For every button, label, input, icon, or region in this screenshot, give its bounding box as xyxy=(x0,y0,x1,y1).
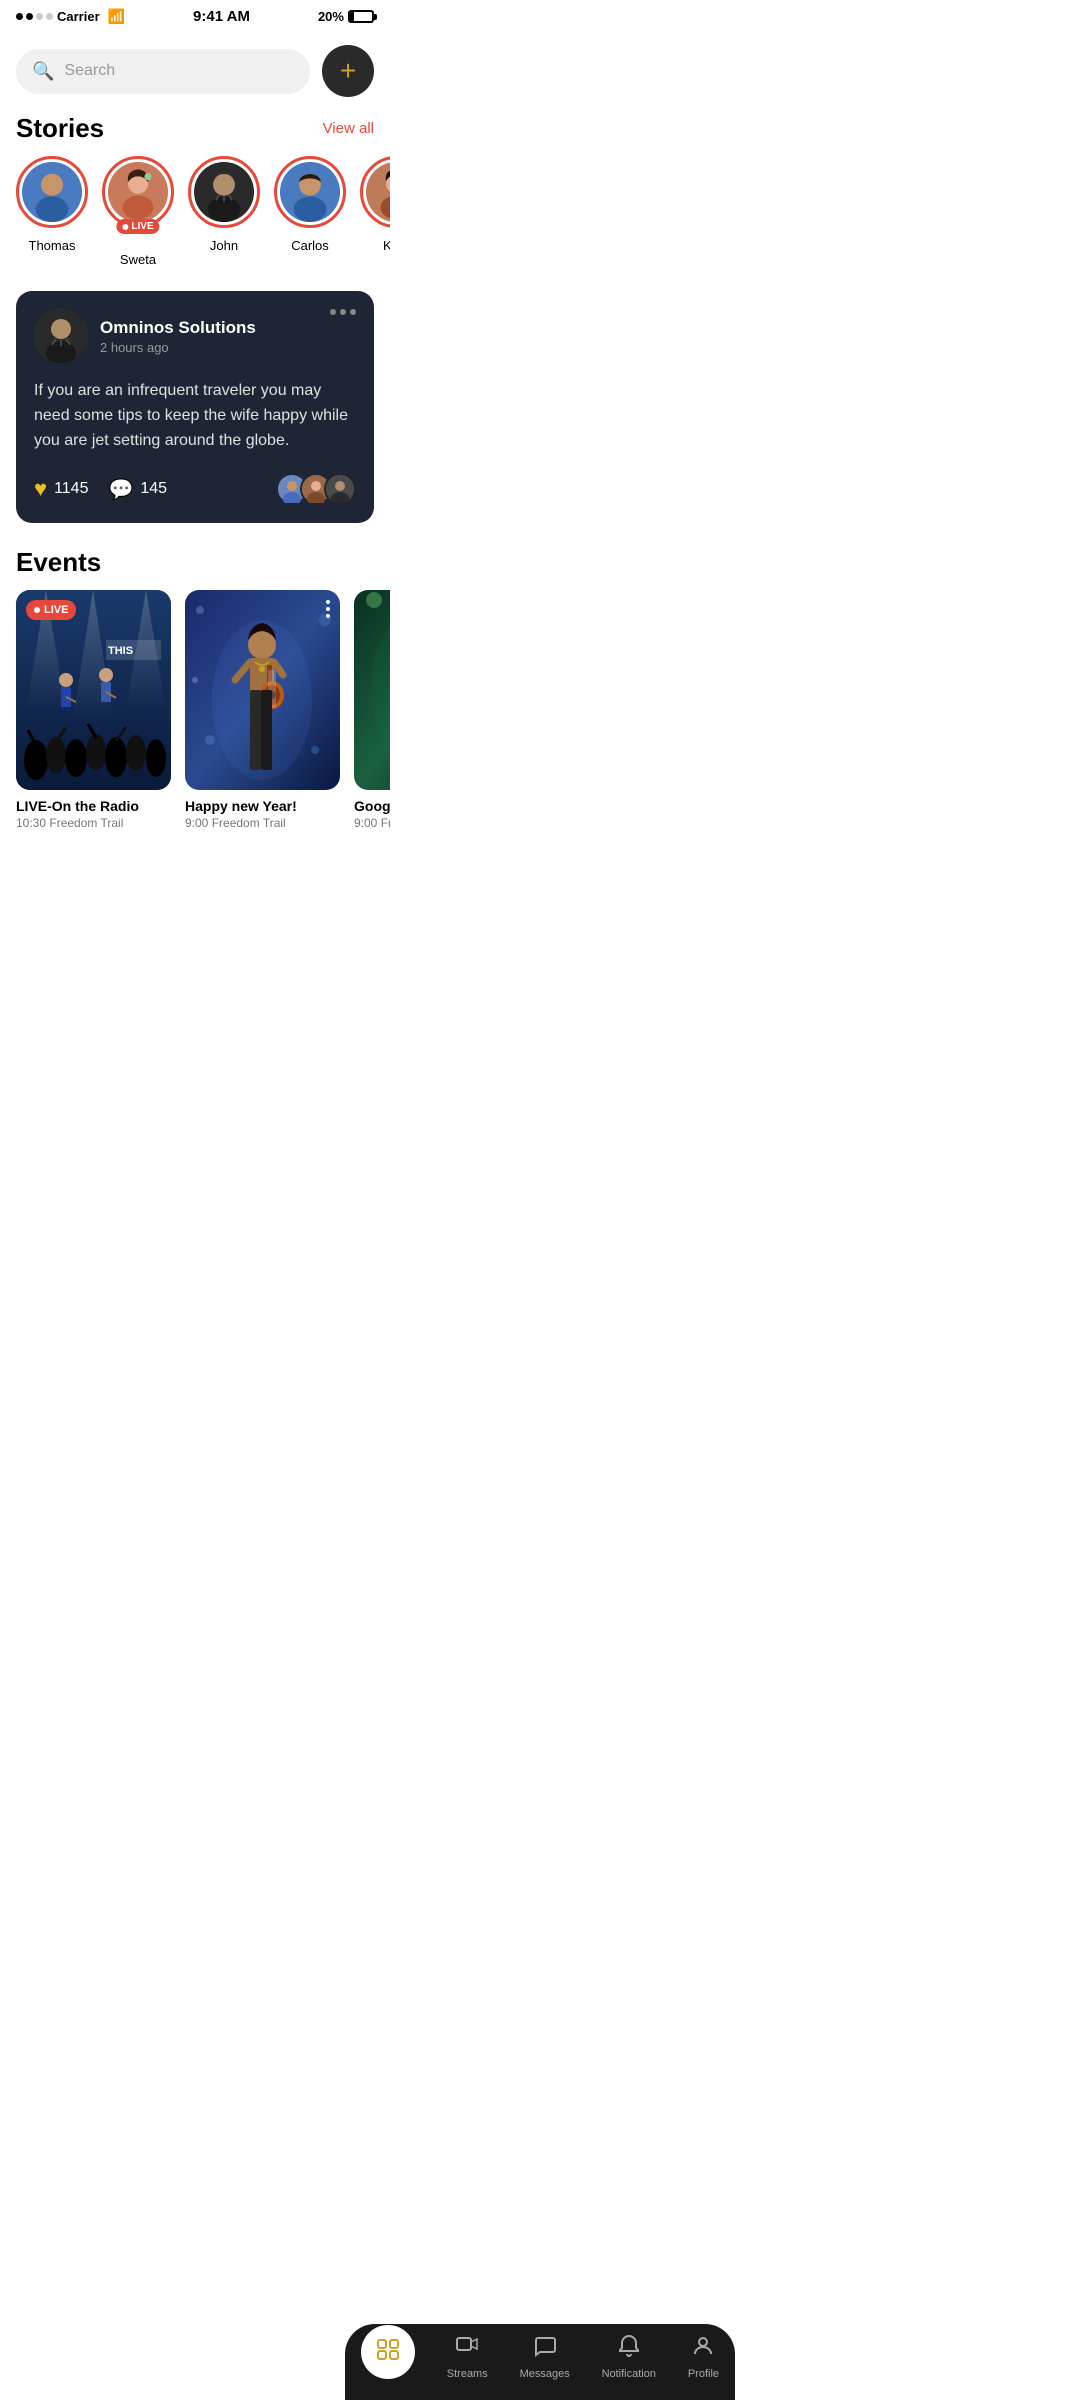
wifi-icon: 📶 xyxy=(108,8,125,25)
nav-messages[interactable]: Messages xyxy=(520,2334,570,2380)
story-ring-sweta xyxy=(102,156,174,228)
search-bar[interactable]: 🔍 Search xyxy=(16,49,310,94)
add-icon: + xyxy=(340,55,356,87)
event-title-1: LIVE-On the Radio xyxy=(16,798,171,814)
story-avatar-kalp xyxy=(366,162,390,222)
search-area: 🔍 Search + xyxy=(0,29,390,105)
story-avatar-thomas xyxy=(22,162,82,222)
profile-icon xyxy=(691,2334,715,2364)
svg-text:THIS: THIS xyxy=(108,645,133,657)
streams-icon xyxy=(455,2334,479,2364)
story-item-carlos[interactable]: Carlos xyxy=(274,156,346,267)
story-ring-carlos xyxy=(274,156,346,228)
stories-view-all[interactable]: View all xyxy=(323,120,374,137)
event-image-2 xyxy=(185,590,340,790)
story-item-john[interactable]: John xyxy=(188,156,260,267)
home-icon xyxy=(375,2336,401,2369)
bottom-nav: Streams Messages Notification Profile xyxy=(345,2324,735,2400)
event-subtitle-3: 9:00 Freed... xyxy=(354,816,390,830)
viewer-3 xyxy=(324,473,356,505)
story-name-kalp: Kalp xyxy=(383,238,390,253)
messages-icon xyxy=(533,2334,557,2364)
post-meta: Omninos Solutions 2 hours ago xyxy=(100,318,356,355)
nav-notification[interactable]: Notification xyxy=(602,2334,656,2380)
story-item-kalp[interactable]: Kalp xyxy=(360,156,390,267)
like-button[interactable]: ♥ 1145 xyxy=(34,476,88,502)
search-placeholder: Search xyxy=(64,62,115,80)
nav-profile-label: Profile xyxy=(688,2368,719,2380)
post-actions: ♥ 1145 💬 145 xyxy=(34,473,356,505)
story-name-carlos: Carlos xyxy=(291,238,329,253)
event-live-badge-1: LIVE xyxy=(26,600,76,620)
event-subtitle-2: 9:00 Freedom Trail xyxy=(185,816,340,830)
story-ring-thomas xyxy=(16,156,88,228)
nav-home[interactable] xyxy=(361,2335,415,2379)
event-image-3 xyxy=(354,590,390,790)
add-button[interactable]: + xyxy=(322,45,374,97)
search-icon: 🔍 xyxy=(32,61,54,82)
live-badge-sweta: LIVE xyxy=(116,219,159,234)
story-ring-kalp xyxy=(360,156,390,228)
time-display: 9:41 AM xyxy=(193,8,250,25)
status-left: Carrier 📶 xyxy=(16,8,125,25)
post-more-button[interactable] xyxy=(330,309,356,315)
nav-profile[interactable]: Profile xyxy=(688,2334,719,2380)
post-author-name: Omninos Solutions xyxy=(100,318,356,338)
post-time: 2 hours ago xyxy=(100,340,356,355)
story-name-thomas: Thomas xyxy=(29,238,76,253)
notification-icon xyxy=(617,2334,641,2364)
story-item-sweta[interactable]: LIVE Sweta xyxy=(102,156,174,267)
heart-icon: ♥ xyxy=(34,476,47,502)
story-name-john: John xyxy=(210,238,238,253)
comment-icon: 💬 xyxy=(108,477,133,502)
story-item-thomas[interactable]: Thomas xyxy=(16,156,88,267)
story-avatar-sweta xyxy=(108,162,168,222)
post-card: Omninos Solutions 2 hours ago If you are… xyxy=(16,291,374,523)
comment-count: 145 xyxy=(140,480,167,498)
event-subtitle-1: 10:30 Freedom Trail xyxy=(16,816,171,830)
signal-icon xyxy=(16,13,53,20)
battery-percent: 20% xyxy=(318,9,344,24)
nav-home-icon-wrap xyxy=(361,2325,415,2379)
like-count: 1145 xyxy=(54,480,88,498)
event-card-3[interactable]: Google 9:00 Freed... xyxy=(354,590,390,830)
post-header: Omninos Solutions 2 hours ago xyxy=(34,309,356,363)
story-name-sweta: Sweta xyxy=(120,252,156,267)
events-title: Events xyxy=(0,539,390,590)
stories-title: Stories xyxy=(16,113,104,144)
stories-header: Stories View all xyxy=(0,105,390,156)
event-more-2[interactable] xyxy=(326,600,330,618)
comment-button[interactable]: 💬 145 xyxy=(108,477,167,502)
nav-messages-label: Messages xyxy=(520,2368,570,2380)
battery-area: 20% xyxy=(318,9,374,24)
nav-streams-label: Streams xyxy=(447,2368,488,2380)
events-list: THIS xyxy=(0,590,390,846)
event-title-3: Google xyxy=(354,798,390,814)
nav-notification-label: Notification xyxy=(602,2368,656,2380)
story-ring-john xyxy=(188,156,260,228)
battery-icon xyxy=(348,10,374,23)
event-image-1: THIS xyxy=(16,590,171,790)
story-avatar-carlos xyxy=(280,162,340,222)
story-avatar-john xyxy=(194,162,254,222)
status-bar: Carrier 📶 9:41 AM 20% xyxy=(0,0,390,29)
event-card-1[interactable]: THIS xyxy=(16,590,171,830)
event-title-2: Happy new Year! xyxy=(185,798,340,814)
stories-list: Thomas LIVE xyxy=(0,156,390,283)
event-card-2[interactable]: Happy new Year! 9:00 Freedom Trail xyxy=(185,590,340,830)
post-text: If you are an infrequent traveler you ma… xyxy=(34,379,356,453)
post-author-avatar xyxy=(34,309,88,363)
post-viewers xyxy=(276,473,356,505)
nav-streams[interactable]: Streams xyxy=(447,2334,488,2380)
carrier-label: Carrier xyxy=(57,9,100,24)
